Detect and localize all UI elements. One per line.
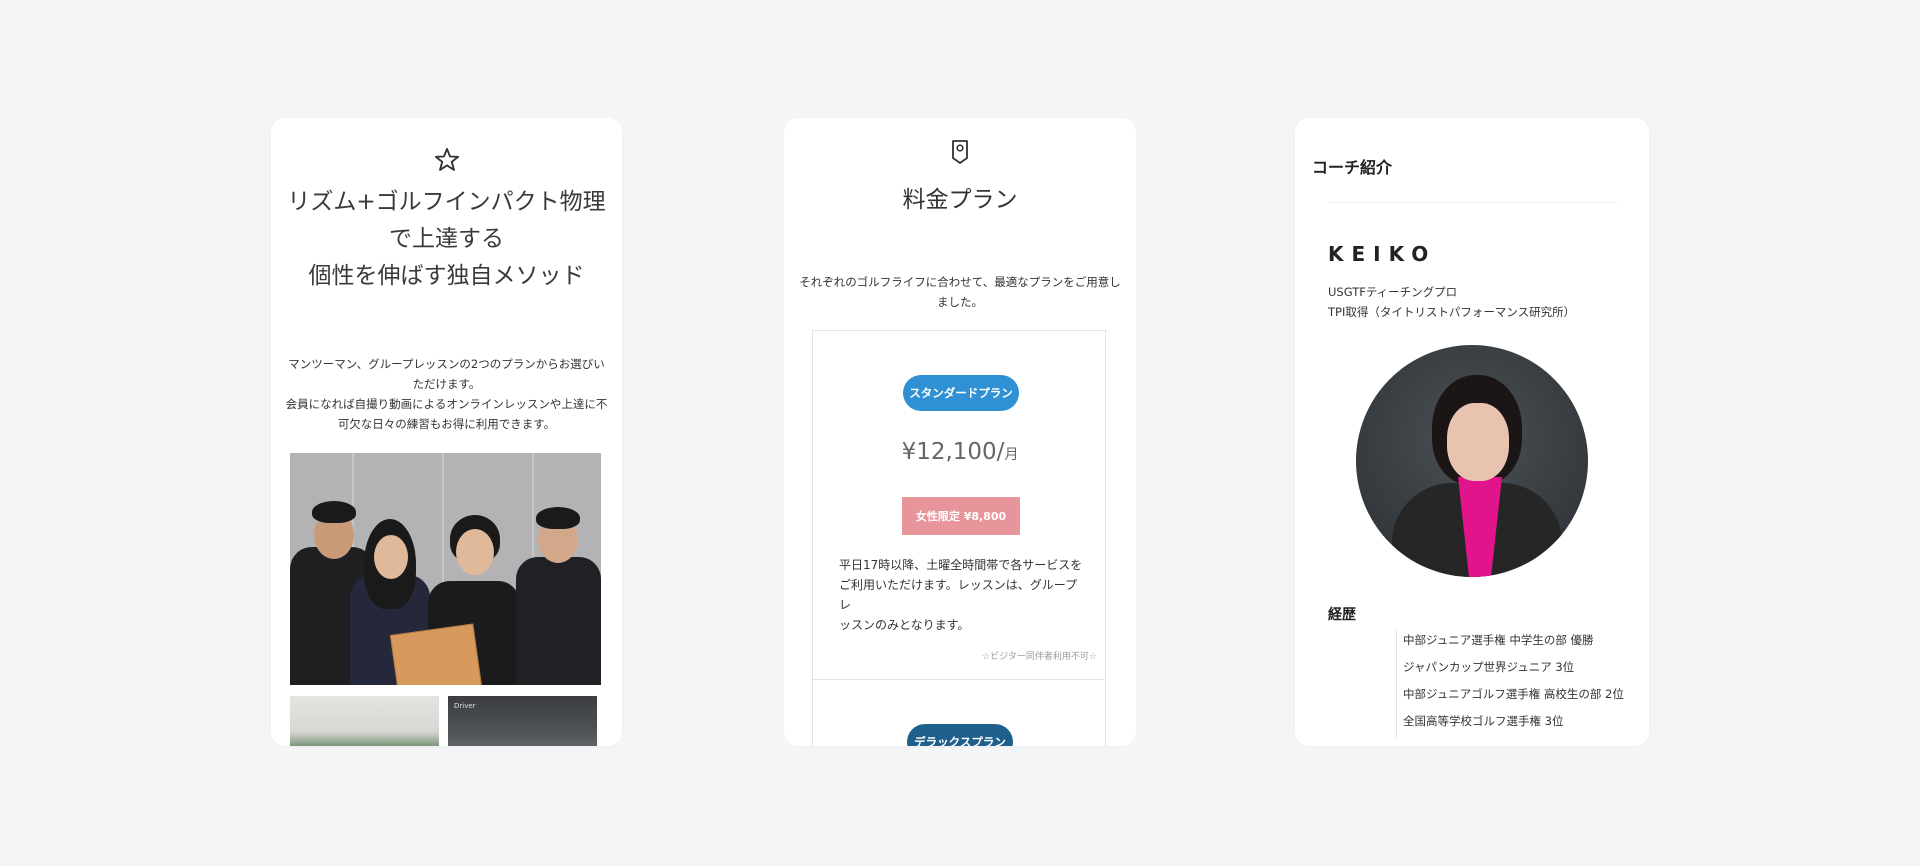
standard-plan: スタンダードプラン ¥12,100/月 女性限定 ¥8,800 平日17時以降、… [812, 330, 1106, 680]
history-item: 中部ジュニアゴルフ選手権 高校生の部 2位 [1403, 687, 1624, 701]
deluxe-plan: デラックスプラン [812, 680, 1106, 746]
map-pin-icon [952, 140, 968, 164]
indoor-range-photo [290, 696, 439, 746]
pricing-description: それぞれのゴルフライフに合わせて、最適なプランをご用意し ました。 [799, 275, 1121, 309]
history-item: 中部ジュニア選手権 中学生の部 優勝 [1403, 633, 1594, 647]
standard-plan-badge[interactable]: スタンダードプラン [903, 375, 1019, 411]
pricing-title: 料金プラン [902, 187, 1018, 213]
coach-credentials: USGTFティーチングプロ TPI取得（タイトリストパフォーマンス研究所） [1328, 285, 1576, 319]
standard-plan-price: ¥12,100/月 [901, 439, 1019, 465]
deluxe-plan-badge[interactable]: デラックスプラン [907, 724, 1013, 746]
history-item: 全国高等学校ゴルフ選手権 3位 [1403, 714, 1564, 728]
visitor-note: ☆ビジター同伴者利用不可☆ [982, 652, 1097, 662]
coach-name: KEIKO [1328, 242, 1437, 266]
ladies-price-badge: 女性限定 ¥8,800 [902, 497, 1020, 535]
star-icon [434, 147, 460, 171]
coach-section-title: コーチ紹介 [1312, 158, 1393, 177]
history-list: 中部ジュニア選手権 中学生の部 優勝 ジャパンカップ世界ジュニア 3位 中部ジュ… [1396, 630, 1633, 738]
method-title: リズム+ゴルフインパクト物理 で上達する 個性を伸ばす独自メソッド [287, 189, 606, 289]
divider [1328, 202, 1618, 203]
method-card: リズム+ゴルフインパクト物理 で上達する 個性を伸ばす独自メソッド マンツーマン… [271, 118, 622, 746]
history-title: 経歴 [1328, 607, 1356, 623]
staff-group-photo [290, 453, 601, 685]
standard-plan-details: 平日17時以降、土曜全時間帯で各サービスを ご利用いただけます。レッスンは、グル… [839, 558, 1083, 632]
simulator-screen-photo: Driver [448, 696, 597, 746]
coach-card: コーチ紹介 KEIKO USGTFティーチングプロ TPI取得（タイトリストパフ… [1295, 118, 1649, 746]
method-description: マンツーマン、グループレッスンの2つのプランからお選びい ただけます。 会員にな… [285, 357, 608, 431]
pricing-card: 料金プラン それぞれのゴルフライフに合わせて、最適なプランをご用意し ました。 … [784, 118, 1136, 746]
coach-avatar [1356, 345, 1588, 577]
history-item: ジャパンカップ世界ジュニア 3位 [1403, 660, 1575, 674]
